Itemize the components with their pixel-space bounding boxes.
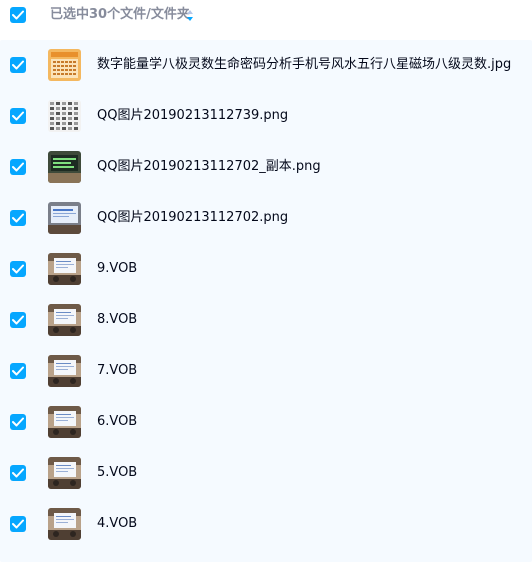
checkmark-icon	[12, 111, 24, 121]
file-row[interactable]: QQ图片20190213112702.png	[0, 193, 532, 244]
file-name[interactable]: 8.VOB	[97, 312, 137, 328]
file-thumbnail	[48, 151, 81, 183]
file-name[interactable]: 4.VOB	[97, 516, 137, 532]
file-thumbnail	[48, 508, 81, 540]
file-name[interactable]: 5.VOB	[97, 465, 137, 481]
file-row[interactable]: 9.VOB	[0, 244, 532, 295]
file-name[interactable]: 6.VOB	[97, 414, 137, 430]
file-checkbox[interactable]	[10, 159, 26, 175]
file-thumbnail	[48, 406, 81, 438]
file-name[interactable]: QQ图片20190213112702.png	[97, 210, 288, 226]
file-checkbox[interactable]	[10, 465, 26, 481]
checkmark-icon	[12, 417, 24, 427]
file-name[interactable]: 数字能量学八极灵数生命密码分析手机号风水五行八星磁场八级灵数.jpg	[97, 57, 511, 73]
file-checkbox[interactable]	[10, 363, 26, 379]
checkmark-icon	[12, 519, 24, 529]
checkmark-icon	[12, 162, 24, 172]
file-checkbox[interactable]	[10, 210, 26, 226]
file-thumbnail	[48, 100, 81, 132]
file-checkbox[interactable]	[10, 312, 26, 328]
file-row[interactable]: 5.VOB	[0, 448, 532, 499]
file-thumbnail	[48, 355, 81, 387]
checkmark-icon	[12, 264, 24, 274]
file-checkbox[interactable]	[10, 261, 26, 277]
sort-icon[interactable]	[186, 9, 194, 23]
file-name[interactable]: QQ图片20190213112702_副本.png	[97, 159, 321, 175]
select-all-checkbox[interactable]	[10, 7, 26, 23]
file-name[interactable]: 9.VOB	[97, 261, 137, 277]
checkmark-icon	[12, 366, 24, 376]
file-row[interactable]: 数字能量学八极灵数生命密码分析手机号风水五行八星磁场八级灵数.jpg	[0, 40, 532, 91]
file-name[interactable]: QQ图片20190213112739.png	[97, 108, 288, 124]
file-name[interactable]: 7.VOB	[97, 363, 137, 379]
file-row[interactable]: QQ图片20190213112702_副本.png	[0, 142, 532, 193]
file-row[interactable]: 7.VOB	[0, 346, 532, 397]
checkmark-icon	[12, 315, 24, 325]
file-row[interactable]: 4.VOB	[0, 499, 532, 550]
file-row[interactable]: 6.VOB	[0, 397, 532, 448]
file-row[interactable]: 8.VOB	[0, 295, 532, 346]
file-checkbox[interactable]	[10, 516, 26, 532]
list-header: 已选中30个文件/文件夹	[0, 0, 532, 30]
checkmark-icon	[12, 213, 24, 223]
file-thumbnail	[48, 457, 81, 489]
file-thumbnail	[48, 49, 81, 81]
file-checkbox[interactable]	[10, 108, 26, 124]
file-thumbnail	[48, 253, 81, 285]
file-list: 数字能量学八极灵数生命密码分析手机号风水五行八星磁场八级灵数.jpg QQ图片20…	[0, 40, 532, 562]
file-checkbox[interactable]	[10, 414, 26, 430]
file-row[interactable]: QQ图片20190213112739.png	[0, 91, 532, 142]
file-thumbnail	[48, 304, 81, 336]
file-selection-panel: 已选中30个文件/文件夹 数字能量学八极灵数生命密码分析手机号风水五行八星磁场八…	[0, 0, 532, 562]
checkmark-icon	[12, 10, 24, 20]
selection-count-label: 已选中30个文件/文件夹	[50, 7, 190, 22]
checkmark-icon	[12, 60, 24, 70]
file-thumbnail	[48, 202, 81, 234]
checkmark-icon	[12, 468, 24, 478]
file-checkbox[interactable]	[10, 57, 26, 73]
